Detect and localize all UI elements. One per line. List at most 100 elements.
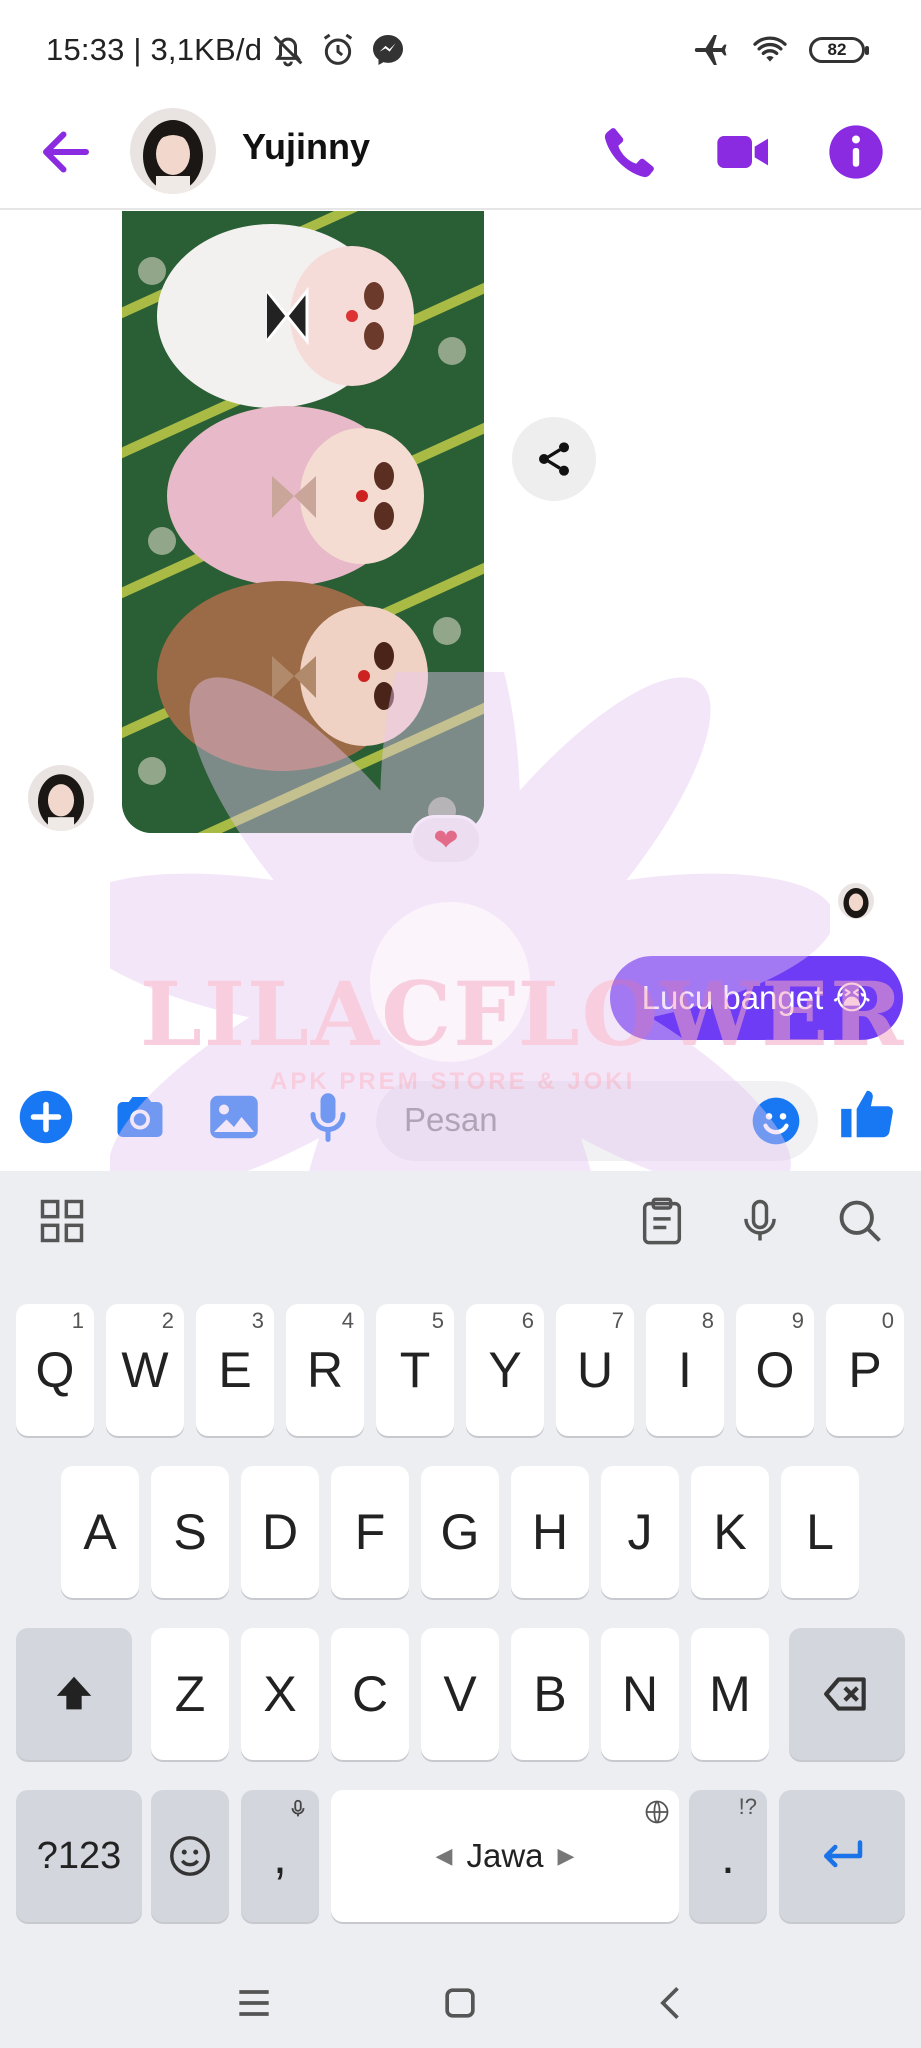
- back-icon[interactable]: [650, 1981, 694, 2025]
- key-label: E: [218, 1342, 252, 1398]
- message-placeholder: Pesan: [404, 1101, 498, 1138]
- smiley-icon: [170, 1836, 210, 1876]
- key-f[interactable]: F: [331, 1466, 409, 1598]
- camera-icon[interactable]: [110, 1087, 170, 1147]
- key-hint: 7: [611, 1308, 624, 1333]
- key-label: F: [354, 1504, 386, 1560]
- space-key[interactable]: ◀ Jawa ▶: [331, 1790, 679, 1922]
- search-icon[interactable]: [834, 1195, 886, 1247]
- key-label: U: [576, 1342, 614, 1398]
- backspace-icon: [824, 1677, 866, 1711]
- battery-icon: 82: [809, 37, 869, 63]
- key-c[interactable]: C: [331, 1628, 409, 1760]
- clipboard-icon[interactable]: [636, 1195, 688, 1247]
- plus-icon[interactable]: [16, 1087, 76, 1147]
- info-icon[interactable]: [824, 120, 888, 184]
- apps-grid-icon[interactable]: [36, 1195, 88, 1247]
- key-b[interactable]: B: [511, 1628, 589, 1760]
- key-hint: 3: [251, 1308, 264, 1333]
- period-key[interactable]: . !?: [689, 1790, 767, 1922]
- key-label: J: [627, 1504, 653, 1560]
- symbols-key[interactable]: ?123: [16, 1790, 142, 1922]
- message-list[interactable]: ❤ Lucu banget 😭: [0, 211, 921, 1071]
- key-t[interactable]: T5: [376, 1304, 454, 1436]
- message-input[interactable]: Pesan: [376, 1081, 818, 1161]
- mute-icon: [273, 35, 303, 67]
- key-m[interactable]: M: [691, 1628, 769, 1760]
- emoji-key[interactable]: [151, 1790, 229, 1922]
- key-label: B: [533, 1666, 567, 1722]
- key-n[interactable]: N: [601, 1628, 679, 1760]
- key-p[interactable]: P0: [826, 1304, 904, 1436]
- key-label: O: [755, 1342, 795, 1398]
- key-label: M: [709, 1666, 751, 1722]
- mic-hint-icon: [291, 1799, 305, 1817]
- key-label: V: [443, 1666, 477, 1722]
- key-label: A: [83, 1504, 117, 1560]
- voice-input-icon[interactable]: [734, 1195, 786, 1247]
- key-hint: 6: [521, 1308, 534, 1333]
- key-label: P: [848, 1342, 882, 1398]
- key-o[interactable]: O9: [736, 1304, 814, 1436]
- share-button[interactable]: [512, 417, 596, 501]
- home-icon[interactable]: [438, 1981, 482, 2025]
- share-icon: [539, 442, 569, 476]
- key-v[interactable]: V: [421, 1628, 499, 1760]
- key-r[interactable]: R4: [286, 1304, 364, 1436]
- key-label: C: [351, 1666, 389, 1722]
- key-h[interactable]: H: [511, 1466, 589, 1598]
- phone-icon[interactable]: [598, 120, 662, 184]
- key-label: N: [621, 1666, 659, 1722]
- enter-icon: [824, 1840, 863, 1868]
- emoji-icon[interactable]: [748, 1093, 804, 1149]
- key-s[interactable]: S: [151, 1466, 229, 1598]
- key-w[interactable]: W2: [106, 1304, 184, 1436]
- contact-name[interactable]: Yujinny: [242, 126, 370, 168]
- shared-photo[interactable]: [122, 211, 484, 833]
- comma-label: ,: [273, 1828, 287, 1884]
- key-x[interactable]: X: [241, 1628, 319, 1760]
- comma-key[interactable]: ,: [241, 1790, 319, 1922]
- microphone-icon[interactable]: [298, 1087, 358, 1147]
- key-label: T: [399, 1342, 431, 1398]
- globe-icon: [645, 1800, 669, 1824]
- enter-key[interactable]: [779, 1790, 905, 1922]
- key-u[interactable]: U7: [556, 1304, 634, 1436]
- menu-icon[interactable]: [232, 1981, 276, 2025]
- seen-indicator-avatar: [838, 883, 874, 919]
- sender-avatar[interactable]: [28, 765, 94, 831]
- shift-key[interactable]: [16, 1628, 132, 1760]
- key-label: K: [713, 1504, 747, 1560]
- key-i[interactable]: I8: [646, 1304, 724, 1436]
- key-g[interactable]: G: [421, 1466, 499, 1598]
- gallery-icon[interactable]: [204, 1087, 264, 1147]
- key-e[interactable]: E3: [196, 1304, 274, 1436]
- key-label: Q: [35, 1342, 75, 1398]
- key-j[interactable]: J: [601, 1466, 679, 1598]
- like-icon[interactable]: [836, 1083, 898, 1145]
- key-q[interactable]: Q1: [16, 1304, 94, 1436]
- key-a[interactable]: A: [61, 1466, 139, 1598]
- key-label: X: [263, 1666, 297, 1722]
- key-z[interactable]: Z: [151, 1628, 229, 1760]
- wifi-icon: [753, 36, 787, 62]
- key-label: W: [121, 1342, 169, 1398]
- key-label: Y: [488, 1342, 522, 1398]
- key-d[interactable]: D: [241, 1466, 319, 1598]
- key-hint: 8: [701, 1308, 714, 1333]
- key-label: D: [261, 1504, 299, 1560]
- back-arrow-icon[interactable]: [36, 122, 96, 182]
- key-hint: 0: [881, 1308, 894, 1333]
- key-hint: 5: [431, 1308, 444, 1333]
- backspace-key[interactable]: [789, 1628, 905, 1760]
- heart-reaction[interactable]: ❤: [410, 815, 482, 865]
- key-k[interactable]: K: [691, 1466, 769, 1598]
- conversation-header: Yujinny: [0, 100, 921, 210]
- key-label: Z: [174, 1666, 206, 1722]
- contact-avatar[interactable]: [130, 108, 216, 194]
- key-y[interactable]: Y6: [466, 1304, 544, 1436]
- keyboard: ?123 , ◀ Jawa ▶ . !? Q1W2E3R4T5Y6U7I8O9P…: [0, 1171, 921, 1961]
- outgoing-message-bubble[interactable]: Lucu banget 😭: [609, 956, 903, 1040]
- video-icon[interactable]: [712, 120, 776, 184]
- key-l[interactable]: L: [781, 1466, 859, 1598]
